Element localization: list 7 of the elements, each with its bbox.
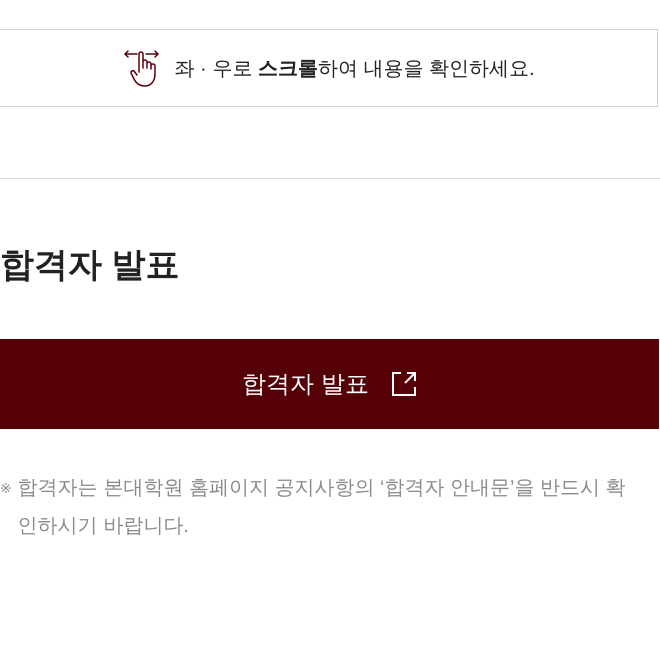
swipe-hand-icon	[122, 48, 160, 88]
external-link-icon	[390, 371, 417, 397]
reference-mark: ※	[0, 479, 12, 498]
note-text: 합격자는 본대학원 홈페이지 공지사항의 ‘합격자 안내문’을 반드시 확인하시기 바랍니다.	[18, 476, 627, 539]
announcement-link-button[interactable]: 합격자 발표	[0, 339, 659, 429]
scroll-instruction: 좌 · 우로 스크롤하여 내용을 확인하세요.	[174, 56, 534, 82]
section-title: 합격자 발표	[0, 245, 180, 286]
